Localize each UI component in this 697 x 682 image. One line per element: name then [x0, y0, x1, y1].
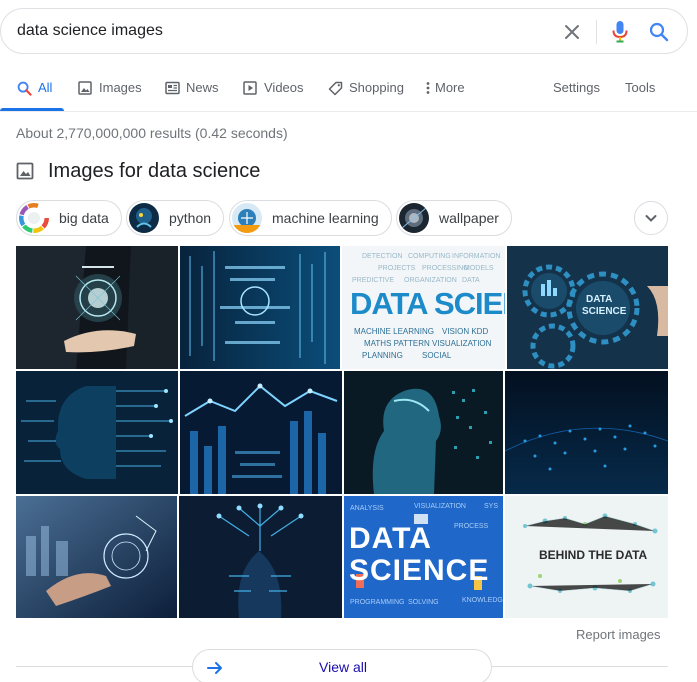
- images-section-header: Images for data science: [16, 160, 260, 183]
- tab-label: Shopping: [349, 80, 404, 95]
- search-bar[interactable]: data science images: [0, 8, 688, 54]
- search-tabs: All Images News Videos Shopping More Set…: [0, 72, 697, 112]
- chip-big-data[interactable]: big data: [16, 200, 122, 236]
- chip-thumbnail: [232, 203, 262, 233]
- image-result-8[interactable]: [505, 371, 668, 494]
- chip-wallpaper[interactable]: wallpaper: [396, 200, 512, 236]
- svg-text:PROCESS: PROCESS: [454, 523, 489, 530]
- svg-text:MATHS PATTERN: MATHS PATTERN: [364, 339, 430, 348]
- tile-caption: DATA: [349, 522, 432, 555]
- settings-label: Settings: [553, 80, 600, 95]
- svg-text:DATA: DATA: [462, 277, 480, 284]
- more-vert-icon: [424, 80, 432, 96]
- tab-label: All: [38, 80, 53, 95]
- result-stats: About 2,770,000,000 results (0.42 second…: [16, 125, 288, 141]
- play-icon: [242, 80, 258, 96]
- svg-text:KNOWLEDGE: KNOWLEDGE: [462, 597, 503, 604]
- image-result-3[interactable]: DETECTION COMPUTING INFORMATION PROJECTS PR…: [342, 246, 505, 369]
- svg-text:VISION KDD: VISION KDD: [442, 327, 488, 336]
- svg-text:VISUALIZATION: VISUALIZATION: [432, 339, 492, 348]
- chip-label: wallpaper: [439, 210, 499, 226]
- image-result-6[interactable]: [180, 371, 342, 494]
- voice-search-button[interactable]: [605, 17, 635, 47]
- svg-text:PREDICTIVE: PREDICTIVE: [352, 277, 394, 284]
- tab-news[interactable]: News: [164, 80, 219, 112]
- image-result-2[interactable]: [180, 246, 340, 369]
- tile-caption: DATA: [586, 294, 613, 305]
- tab-images[interactable]: Images: [77, 80, 142, 112]
- search-submit-button[interactable]: [644, 17, 674, 47]
- svg-text:SOLVING: SOLVING: [408, 599, 439, 606]
- chip-machine-learning[interactable]: machine learning: [229, 200, 392, 236]
- svg-text:PLANNING: PLANNING: [362, 351, 403, 360]
- report-images-link[interactable]: Report images: [576, 627, 661, 642]
- tab-label: More: [435, 80, 465, 95]
- tile-caption: SCIENCE: [349, 554, 490, 587]
- tab-shopping[interactable]: Shopping: [327, 80, 404, 112]
- image-result-5[interactable]: [16, 371, 178, 494]
- clear-search-button[interactable]: [557, 17, 587, 47]
- microphone-icon: [612, 21, 628, 43]
- images-section-title[interactable]: Images for data science: [48, 160, 260, 183]
- svg-text:VISUALIZATION: VISUALIZATION: [414, 503, 466, 510]
- chip-label: big data: [59, 210, 109, 226]
- svg-text:PROGRAMMING: PROGRAMMING: [350, 599, 404, 606]
- svg-text:MODELS: MODELS: [464, 265, 494, 272]
- svg-text:INFORMATION: INFORMATION: [452, 253, 500, 260]
- settings-link[interactable]: Settings: [553, 80, 600, 112]
- image-result-10[interactable]: [179, 496, 342, 618]
- chip-thumbnail: [399, 203, 429, 233]
- tab-label: Images: [99, 80, 142, 95]
- chip-thumbnail: [129, 203, 159, 233]
- view-all-divider-left: [16, 666, 192, 667]
- tab-label: News: [186, 80, 219, 95]
- svg-text:ANALYSIS: ANALYSIS: [350, 505, 384, 512]
- news-icon: [164, 80, 180, 96]
- image-result-7[interactable]: [344, 371, 503, 494]
- search-divider: [596, 20, 597, 44]
- view-all-button[interactable]: View all: [192, 649, 492, 682]
- image-icon: [77, 80, 93, 96]
- view-all-divider-right: [492, 666, 668, 667]
- svg-text:COMPUTING: COMPUTING: [408, 253, 451, 260]
- search-icon: [16, 80, 32, 96]
- image-result-12[interactable]: BEHIND THE DATA: [505, 496, 668, 618]
- image-icon: [16, 162, 36, 182]
- tools-label: Tools: [625, 80, 656, 95]
- chip-thumbnail: [19, 203, 49, 233]
- svg-text:PROJECTS: PROJECTS: [378, 265, 416, 272]
- image-result-9[interactable]: [16, 496, 177, 618]
- svg-text:SOCIAL: SOCIAL: [422, 351, 452, 360]
- tabs-divider: [0, 111, 697, 112]
- tile-caption: DATA SCIEN: [350, 286, 505, 321]
- image-result-11[interactable]: ANALYSIS VISUALIZATION SYS PROCESS PROGRAMM…: [344, 496, 503, 618]
- tab-label: Videos: [264, 80, 304, 95]
- search-icon: [649, 22, 669, 42]
- tab-videos[interactable]: Videos: [242, 80, 304, 112]
- image-result-1[interactable]: [16, 246, 178, 369]
- tile-caption: BEHIND THE DATA: [539, 548, 648, 562]
- tab-more[interactable]: More: [424, 80, 465, 112]
- chip-label: machine learning: [272, 210, 379, 226]
- chip-python[interactable]: python: [126, 200, 225, 236]
- expand-chips-button[interactable]: [634, 201, 668, 235]
- svg-text:MACHINE LEARNING: MACHINE LEARNING: [354, 327, 434, 336]
- view-all-label: View all: [319, 659, 367, 675]
- svg-text:DETECTION: DETECTION: [362, 253, 402, 260]
- search-input[interactable]: data science images: [17, 22, 163, 40]
- tile-caption: SCIENCE: [582, 306, 627, 317]
- svg-text:SYS: SYS: [484, 503, 498, 510]
- tools-link[interactable]: Tools: [625, 80, 655, 112]
- close-icon: [565, 25, 579, 39]
- svg-text:PROCESSING: PROCESSING: [422, 265, 469, 272]
- chevron-down-icon: [645, 215, 657, 222]
- svg-text:ORGANIZATION: ORGANIZATION: [404, 277, 457, 284]
- tag-icon: [327, 80, 343, 96]
- chip-label: python: [169, 210, 212, 226]
- image-result-4[interactable]: DATA SCIENCE: [507, 246, 668, 369]
